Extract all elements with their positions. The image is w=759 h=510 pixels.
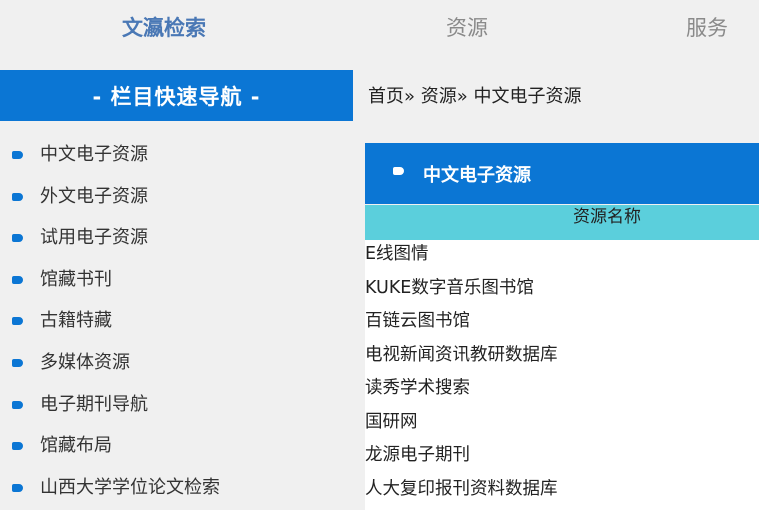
sidebar-item-label: 馆藏布局	[40, 435, 112, 457]
sidebar-nav: 中文电子资源 外文电子资源 试用电子资源 馆藏书刊 古籍特藏 多媒体资源 电子期…	[0, 134, 353, 508]
tag-icon	[12, 483, 23, 492]
tag-icon	[12, 358, 23, 367]
nav-services[interactable]: 服务	[686, 12, 728, 42]
tag-icon	[12, 192, 23, 201]
tag-icon	[12, 317, 23, 326]
sidebar-item-foreign-eresources[interactable]: 外文电子资源	[0, 176, 353, 218]
breadcrumb: 首页» 资源» 中文电子资源	[368, 82, 582, 108]
tag-icon	[12, 400, 23, 409]
sidebar-item-label: 多媒体资源	[40, 351, 130, 373]
breadcrumb-separator: »	[404, 86, 416, 107]
top-navigation: 文瀛检索 资源 服务	[0, 0, 759, 60]
sidebar-item-chinese-eresources[interactable]: 中文电子资源	[0, 134, 353, 176]
sidebar-item-ancient-books[interactable]: 古籍特藏	[0, 300, 353, 342]
panel-header: 中文电子资源	[365, 143, 759, 204]
sidebar-item-label: 山西大学学位论文检索	[40, 476, 220, 498]
sidebar-item-thesis-search[interactable]: 山西大学学位论文检索	[0, 467, 353, 509]
sidebar-item-label: 中文电子资源	[40, 144, 148, 165]
nav-wenying-search[interactable]: 文瀛检索	[122, 12, 206, 42]
sidebar-item-ejournal-nav[interactable]: 电子期刊导航	[0, 384, 353, 426]
sidebar-item-multimedia[interactable]: 多媒体资源	[0, 342, 353, 384]
resource-link[interactable]: 龙源电子期刊	[365, 441, 759, 475]
panel-title: 中文电子资源	[423, 165, 531, 186]
sidebar-item-collection-layout[interactable]: 馆藏布局	[0, 425, 353, 467]
sidebar-item-label: 馆藏书刊	[40, 268, 112, 290]
tag-icon	[12, 442, 23, 451]
breadcrumb-home[interactable]: 首页	[368, 86, 404, 107]
breadcrumb-current: 中文电子资源	[473, 86, 582, 107]
resource-link[interactable]: 国研网	[365, 408, 759, 442]
resource-link[interactable]: 人大复印报刊资料数据库	[365, 475, 759, 509]
tag-icon	[12, 234, 23, 243]
resource-list: E线图情 KUKE数字音乐图书馆 百链云图书馆 电视新闻资讯教研数据库 读秀学术…	[365, 240, 759, 510]
sidebar-item-collection-books[interactable]: 馆藏书刊	[0, 259, 353, 301]
breadcrumb-separator: »	[456, 86, 468, 107]
sidebar-item-label: 试用电子资源	[40, 227, 148, 249]
resource-link[interactable]: 百链云图书馆	[365, 307, 759, 341]
sidebar-header: - 栏目快速导航 -	[0, 70, 353, 121]
column-header-label: 资源名称	[573, 207, 641, 227]
breadcrumb-resources[interactable]: 资源	[421, 86, 457, 107]
resource-link[interactable]: KUKE数字音乐图书馆	[365, 274, 759, 308]
sidebar-item-trial-eresources[interactable]: 试用电子资源	[0, 217, 353, 259]
resource-link[interactable]: 读秀学术搜索	[365, 374, 759, 408]
sidebar-item-label: 古籍特藏	[40, 310, 112, 332]
sidebar-item-label: 电子期刊导航	[40, 393, 148, 415]
resource-link[interactable]: 电视新闻资讯教研数据库	[365, 341, 759, 375]
sidebar-item-label: 外文电子资源	[40, 185, 148, 207]
resource-link[interactable]: E线图情	[365, 240, 759, 274]
resource-name-column-header: 资源名称	[365, 205, 759, 240]
tag-icon	[12, 151, 23, 159]
nav-resources[interactable]: 资源	[446, 12, 488, 42]
tag-icon	[12, 275, 23, 284]
tag-icon	[393, 167, 404, 175]
